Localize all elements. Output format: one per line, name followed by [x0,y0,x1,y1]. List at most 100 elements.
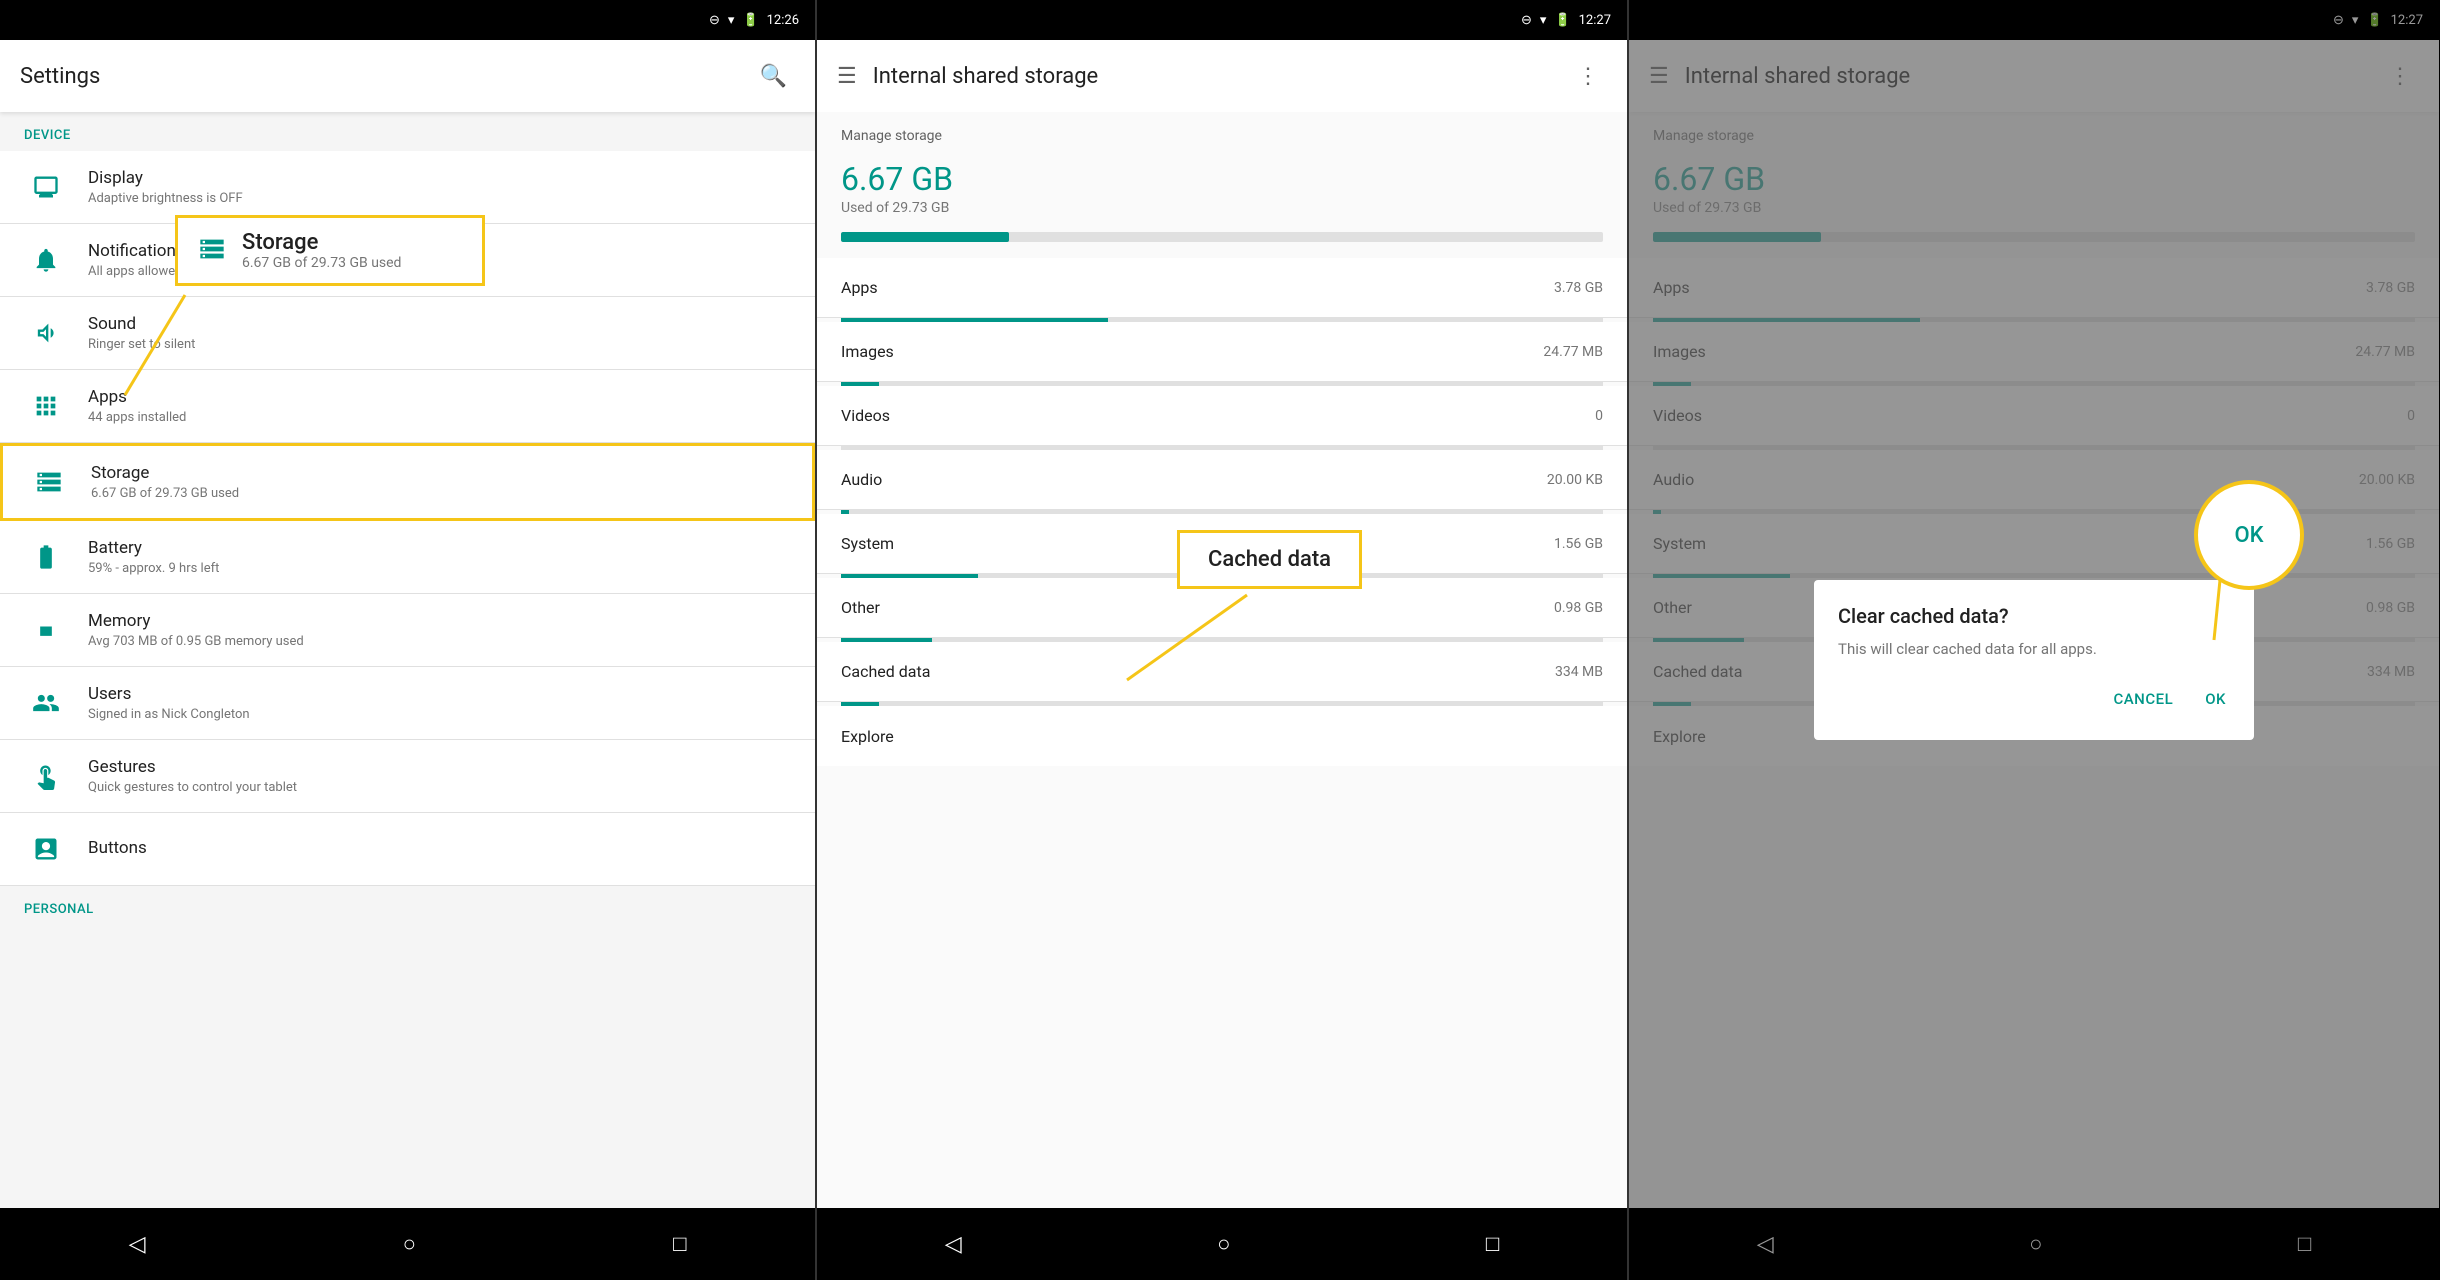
sound-title: Sound [88,314,791,334]
gestures-icon [24,754,68,798]
display-sub: Adaptive brightness is OFF [88,191,791,206]
settings-item-users[interactable]: Users Signed in as Nick Congleton [0,667,815,740]
settings-item-memory[interactable]: Memory Avg 703 MB of 0.95 GB memory used [0,594,815,667]
dialog-wrapper: OK Clear cached data? This will clear ca… [1814,540,2254,740]
memory-text: Memory Avg 703 MB of 0.95 GB memory used [88,611,791,649]
audio-row-value: 20.00 KB [1547,472,1603,488]
back-button-1[interactable]: ◁ [105,1220,170,1269]
cached-row-label: Cached data [841,662,1555,681]
manage-storage-label[interactable]: Manage storage [817,112,1627,152]
battery-icon-3: 🔋 [1554,13,1570,28]
storage-annotation-text: Storage 6.67 GB of 29.73 GB used [242,230,401,271]
home-button-2[interactable]: ○ [1193,1219,1254,1269]
sound-icon [24,311,68,355]
battery-title: Battery [88,538,791,558]
storage-annotation-sub: 6.67 GB of 29.73 GB used [242,255,401,271]
storage-icon [27,460,71,504]
display-icon [24,165,68,209]
memory-title: Memory [88,611,791,631]
total-storage-bar [841,232,1603,242]
settings-list: Display Adaptive brightness is OFF Notif… [0,151,815,1208]
users-sub: Signed in as Nick Congleton [88,707,791,722]
status-icons-1: ⊖ ▾ 🔋 12:26 [709,13,799,28]
buttons-title: Buttons [88,838,791,858]
storage-annotation-icon [198,235,226,267]
more-icon-2[interactable]: ⋮ [1569,56,1607,97]
buttons-text: Buttons [88,838,791,861]
sound-text: Sound Ringer set to silent [88,314,791,352]
settings-item-battery[interactable]: Battery 59% - approx. 9 hrs left [0,521,815,594]
device-section-label: Device [0,112,815,151]
storage-text: Storage 6.67 GB of 29.73 GB used [91,463,788,501]
cached-annotation-label: Cached data [1208,547,1331,572]
system-row-value: 1.56 GB [1554,536,1603,552]
ok-button[interactable]: OK [2201,682,2230,716]
recent-button-2[interactable]: □ [1462,1219,1523,1269]
apps-icon [24,384,68,428]
storage-row-audio[interactable]: Audio 20.00 KB [817,450,1627,514]
users-icon [24,681,68,725]
gestures-title: Gestures [88,757,791,777]
cancel-button[interactable]: CANCEL [2109,682,2177,716]
videos-row-value: 0 [1595,408,1603,424]
apps-title: Apps [88,387,791,407]
buttons-icon [24,827,68,871]
back-button-2[interactable]: ◁ [921,1220,986,1269]
storage-title: Storage [91,463,788,483]
settings-item-apps[interactable]: Apps 44 apps installed [0,370,815,443]
battery-sub: 59% - approx. 9 hrs left [88,561,791,576]
storage-row-explore[interactable]: Explore [817,706,1627,766]
storage-annotation-title: Storage [242,230,401,255]
battery-icon: 🔋 [742,13,758,28]
images-row-value: 24.77 MB [1543,344,1603,360]
hamburger-icon[interactable]: ☰ [837,64,857,89]
storage-row-videos[interactable]: Videos 0 [817,386,1627,450]
storage-row-cached[interactable]: Cached data 334 MB [817,642,1627,706]
system-bar [841,574,978,578]
other-row-value: 0.98 GB [1554,600,1603,616]
time-1: 12:26 [767,13,799,28]
cached-annotation-box: Cached data [1177,530,1362,589]
storage-content: Manage storage 6.67 GB Used of 29.73 GB … [817,112,1627,1208]
home-button-1[interactable]: ○ [379,1219,440,1269]
storage-app-bar: ☰ Internal shared storage ⋮ [817,40,1627,112]
settings-item-storage[interactable]: Storage 6.67 GB of 29.73 GB used [0,443,815,521]
settings-item-display[interactable]: Display Adaptive brightness is OFF [0,151,815,224]
settings-title: Settings [20,64,752,89]
images-row-label: Images [841,342,1543,361]
audio-row-label: Audio [841,470,1547,489]
status-bar-2: ⊖ ▾ 🔋 12:27 [817,0,1627,40]
apps-row-value: 3.78 GB [1554,280,1603,296]
users-title: Users [88,684,791,704]
signal-icon-2: ⊖ [1521,13,1532,28]
wifi-icon: ▾ [728,13,735,28]
memory-sub: Avg 703 MB of 0.95 GB memory used [88,634,791,649]
storage-panel: ⊖ ▾ 🔋 12:27 ☰ Internal shared storage ⋮ … [815,0,1627,1280]
dialog-message: This will clear cached data for all apps… [1838,640,2230,658]
settings-item-gestures[interactable]: Gestures Quick gestures to control your … [0,740,815,813]
settings-item-sound[interactable]: Sound Ringer set to silent [0,297,815,370]
recent-button-1[interactable]: □ [649,1219,710,1269]
notifications-icon [24,238,68,282]
other-row-label: Other [841,598,1554,617]
audio-bar [841,510,849,514]
search-icon[interactable]: 🔍 [752,56,795,97]
ok-circle-label: OK [2234,523,2263,548]
apps-row-label: Apps [841,278,1554,297]
used-storage-section: 6.67 GB Used of 29.73 GB [817,152,1627,228]
apps-sub: 44 apps installed [88,410,791,425]
ok-circle-annotation: OK [2194,480,2304,590]
total-storage-bar-fill [841,232,1009,242]
settings-app-bar: Settings 🔍 [0,40,815,112]
storage-row-apps[interactable]: Apps 3.78 GB [817,258,1627,322]
dialog-buttons: CANCEL OK [1838,682,2230,716]
nav-bar-2: ◁ ○ □ [817,1208,1627,1280]
settings-panel: ⊖ ▾ 🔋 12:26 Settings 🔍 Device Display Ad… [0,0,815,1280]
gestures-text: Gestures Quick gestures to control your … [88,757,791,795]
used-of-label: Used of 29.73 GB [841,200,1603,216]
storage-dialog-panel: ⊖ ▾ 🔋 12:27 ☰ Internal shared storage ⋮ … [1627,0,2439,1280]
status-bar-1: ⊖ ▾ 🔋 12:26 [0,0,815,40]
storage-row-images[interactable]: Images 24.77 MB [817,322,1627,386]
settings-item-buttons[interactable]: Buttons [0,813,815,886]
explore-label: Explore [841,727,1603,746]
